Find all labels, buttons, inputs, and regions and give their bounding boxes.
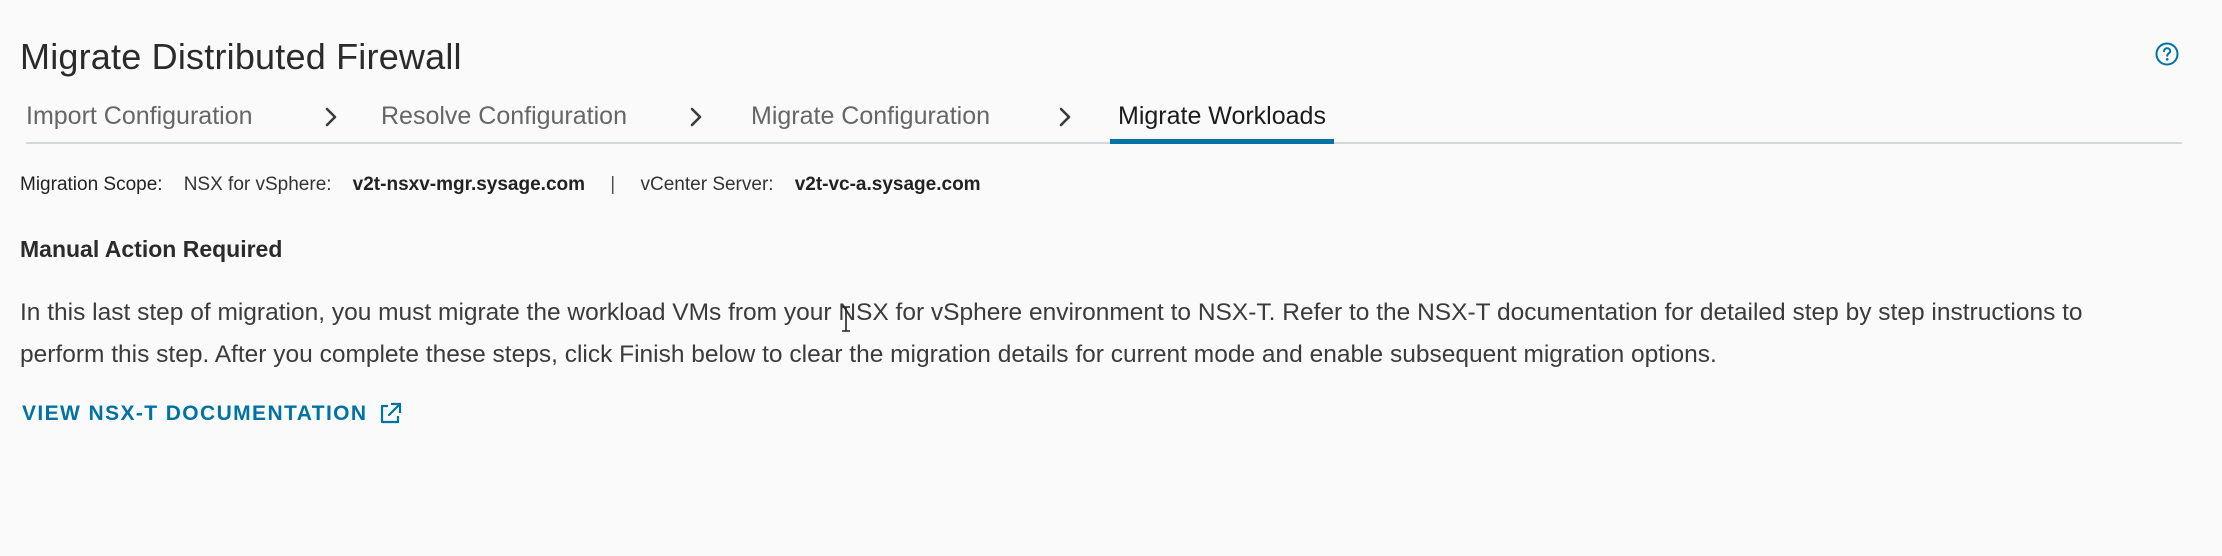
step-import-configuration[interactable]: Import Configuration xyxy=(26,96,253,144)
chevron-right-icon xyxy=(690,107,702,127)
external-link-icon xyxy=(381,402,402,424)
page-title: Migrate Distributed Firewall xyxy=(20,36,462,77)
vcenter-value: v2t-vc-a.sysage.com xyxy=(794,174,981,195)
steps-divider xyxy=(26,142,2182,144)
migrate-dfw-page: Migrate Distributed Firewall Import Conf… xyxy=(0,0,2222,556)
section-heading: Manual Action Required xyxy=(20,236,283,262)
wizard-steps: Import Configuration Resolve Configurati… xyxy=(26,96,2182,144)
vcenter-label: vCenter Server: xyxy=(640,174,774,195)
step-migrate-configuration[interactable]: Migrate Configuration xyxy=(751,96,990,144)
description-text: In this last step of migration, you must… xyxy=(20,299,2083,368)
text-cursor-icon xyxy=(842,306,850,332)
nsx-label: NSX for vSphere: xyxy=(183,174,332,195)
step-migrate-workloads[interactable]: Migrate Workloads xyxy=(1110,96,1334,144)
help-circle-icon[interactable] xyxy=(2154,41,2180,67)
chevron-right-icon xyxy=(1059,107,1071,127)
view-documentation-link[interactable]: VIEW NSX-T DOCUMENTATION xyxy=(22,401,403,427)
step-resolve-configuration[interactable]: Resolve Configuration xyxy=(381,96,627,144)
migration-scope: Migration Scope: NSX for vSphere: v2t-ns… xyxy=(20,174,981,196)
doc-link-label: VIEW NSX-T DOCUMENTATION xyxy=(22,402,368,425)
scope-separator: | xyxy=(610,174,616,195)
nsx-value: v2t-nsxv-mgr.sysage.com xyxy=(352,174,586,195)
chevron-right-icon xyxy=(325,107,337,127)
scope-label: Migration Scope: xyxy=(20,174,163,195)
